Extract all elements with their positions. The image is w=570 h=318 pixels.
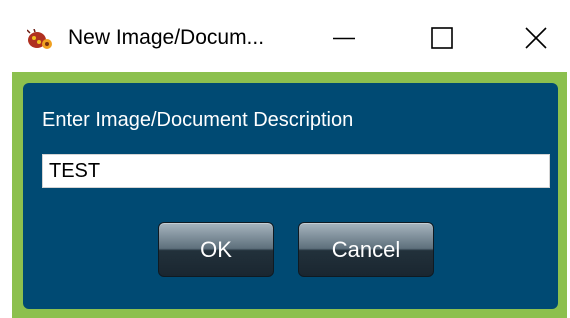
window-title: New Image/Docum... [68,26,265,49]
description-prompt-label: Enter Image/Document Description [42,109,354,131]
bug-icon [26,28,54,51]
title-bar[interactable]: New Image/Docum... [0,0,570,70]
maximize-button[interactable] [412,14,472,66]
cancel-button[interactable]: Cancel [298,222,434,277]
new-image-document-dialog: New Image/Docum... Enter Image/Document … [0,0,570,318]
minimize-button[interactable] [314,14,374,66]
ok-button[interactable]: OK [158,222,274,277]
minimize-icon [332,26,356,55]
description-input[interactable] [42,154,550,188]
maximize-icon [430,26,454,55]
close-icon [524,26,548,55]
close-button[interactable] [506,14,566,66]
